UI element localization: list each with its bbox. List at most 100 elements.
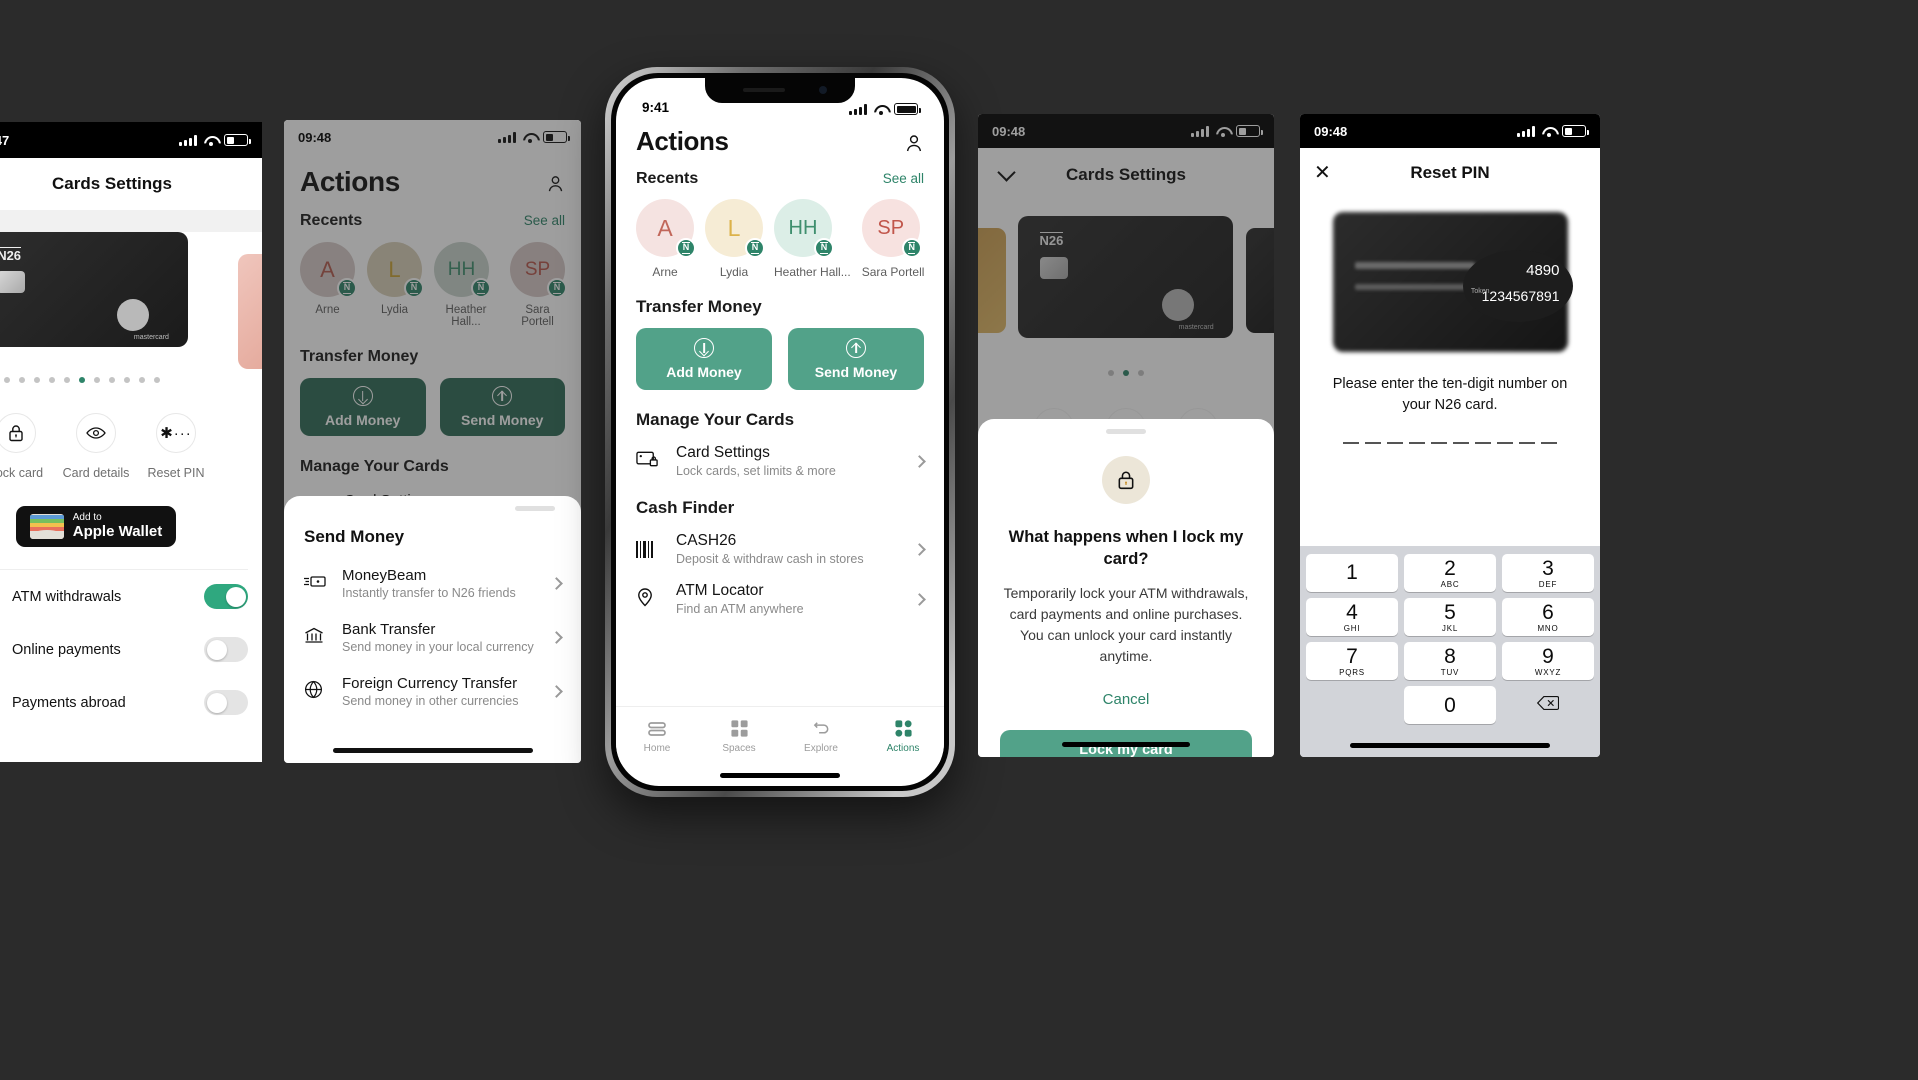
add-money-button[interactable]: Add Money [636, 328, 772, 390]
chevron-right-icon [913, 542, 926, 556]
setting-online-payments[interactable]: Online payments [0, 623, 248, 676]
sheet-item-bank-transfer[interactable]: Bank Transfer Send money in your local c… [304, 621, 563, 654]
key-4[interactable]: 4 GHI [1306, 598, 1398, 636]
key-backspace[interactable] [1502, 686, 1594, 724]
setting-toggle[interactable] [204, 637, 248, 662]
setting-payments-abroad[interactable]: Payments abroad [0, 676, 248, 729]
modal-body: Temporarily lock your ATM withdrawals, c… [1003, 584, 1249, 664]
tab-home[interactable]: Home [616, 718, 698, 754]
recent-contact[interactable]: SP N Sara Portell [861, 199, 924, 279]
action-lock-card[interactable]: Lock card [0, 413, 56, 480]
item-title: ATM Locator [676, 582, 764, 599]
token-highlight [1462, 250, 1573, 322]
setting-toggle[interactable] [204, 584, 248, 609]
wifi-icon [1541, 126, 1556, 137]
key-6[interactable]: 6 MNO [1502, 598, 1594, 636]
actions-icon [862, 718, 944, 740]
key-9[interactable]: 9 WXYZ [1502, 642, 1594, 680]
see-all-link[interactable]: See all [883, 171, 924, 186]
manage-item-card-settings[interactable]: Card Settings Lock cards, set limits & m… [636, 444, 926, 478]
phone-actions-hero: 9:41 Actions Recents See all A N Arne L … [616, 78, 944, 786]
numeric-keypad: 1 2 ABC 3 DEF 4 GHI 5 JKL 6 MNO 7 PQRS 8 TUV 9W… [1300, 546, 1600, 757]
tab-actions[interactable]: Actions [862, 718, 944, 754]
page-title: Actions [636, 126, 729, 156]
key-8[interactable]: 8 TUV [1404, 642, 1496, 680]
cash-item-atm-locator[interactable]: ATM Locator Find an ATM anywhere [636, 582, 926, 616]
lock-icon [1102, 456, 1150, 504]
card-next-peek[interactable] [238, 254, 262, 369]
wallet-large-label: Apple Wallet [72, 522, 163, 540]
setting-toggle[interactable] [204, 690, 248, 715]
person-icon[interactable] [904, 133, 924, 158]
signal-icon [1517, 125, 1535, 137]
send-money-sheet: Send Money MoneyBeam Instantly transfer … [284, 496, 581, 763]
tab-label: Explore [804, 742, 838, 754]
contact-name: Lydia [719, 265, 749, 279]
chevron-right-icon [550, 685, 563, 698]
signal-icon [849, 103, 867, 115]
tab-explore[interactable]: Explore [780, 718, 862, 754]
status-time: 9:41 [642, 100, 670, 115]
recent-contact[interactable]: A N Arne [636, 199, 696, 279]
tab-label: Actions [886, 742, 920, 754]
sheet-title: Send Money [304, 527, 405, 546]
signal-icon [179, 134, 197, 146]
arrow-up-circle-icon [846, 338, 866, 358]
eye-icon [76, 413, 116, 453]
card-name-masked [1354, 262, 1475, 269]
close-icon[interactable]: ✕ [1314, 163, 1331, 183]
add-to-apple-wallet-button[interactable]: Add to Apple Wallet [15, 506, 177, 547]
lock-icon [0, 413, 36, 453]
battery-icon [894, 103, 921, 115]
phone-reset-pin: 09:48 ✕ Reset PIN 4890 1234567891 Token … [1300, 114, 1600, 757]
card-token-label: Token [1470, 288, 1490, 295]
item-sub: Send money in other currencies [342, 694, 519, 708]
action-reset-pin[interactable]: ✱··· Reset PIN [136, 413, 216, 480]
status-time: 09:47 [0, 132, 10, 148]
phone-actions-hero-frame: 9:41 Actions Recents See all A N Arne L … [605, 67, 955, 797]
globe-icon [304, 680, 328, 704]
avatar: L N [705, 199, 765, 258]
key-blank [1306, 686, 1398, 724]
action-card-details[interactable]: Card details [56, 413, 136, 480]
wallet-icon [29, 514, 64, 539]
cash-item-cash26[interactable]: CASH26 Deposit & withdraw cash in stores [636, 532, 926, 566]
instruction-text: Please enter the ten-digit number on you… [1332, 376, 1568, 414]
action-label: Reset PIN [147, 466, 205, 480]
item-sub: Lock cards, set limits & more [676, 464, 836, 478]
cancel-button[interactable]: Cancel [1000, 691, 1252, 708]
sheet-item-foreign-currency[interactable]: Foreign Currency Transfer Send money in … [304, 675, 563, 708]
card-token-value: 1234567891 [1481, 288, 1560, 304]
recents-header: Recents [636, 170, 699, 187]
key-3[interactable]: 3 DEF [1502, 554, 1594, 592]
bank-icon [304, 627, 328, 649]
key-2[interactable]: 2 ABC [1404, 554, 1496, 592]
status-bar: 09:48 [1300, 114, 1600, 148]
key-1[interactable]: 1 [1306, 554, 1398, 592]
scene: 09:47 Cards Settings N26 mastercard [0, 0, 1918, 1080]
card-carousel-dots[interactable] [0, 377, 188, 383]
map-pin-icon [636, 587, 662, 612]
action-label: Lock card [0, 466, 44, 480]
send-money-button[interactable]: Send Money [788, 328, 924, 390]
key-5[interactable]: 5 JKL [1404, 598, 1496, 636]
tab-spaces[interactable]: Spaces [698, 718, 780, 754]
n26-badge-icon: N [676, 238, 696, 258]
lock-card-modal: What happens when I lock my card? Tempor… [978, 419, 1274, 757]
recent-contact[interactable]: HH N Heather Hall... [774, 199, 851, 279]
recent-contact[interactable]: L N Lydia [705, 199, 765, 279]
key-0[interactable]: 0 [1404, 686, 1496, 724]
key-7[interactable]: 7 PQRS [1306, 642, 1398, 680]
tab-label: Spaces [722, 742, 756, 754]
avatar: A N [636, 199, 696, 258]
backspace-icon [1536, 695, 1560, 716]
battery-icon [1562, 125, 1589, 137]
item-title: MoneyBeam [342, 567, 427, 584]
card-visual[interactable]: N26 mastercard [0, 232, 188, 347]
phone-send-money: 09:48 Actions Recents See all A N Arne L… [284, 120, 581, 763]
home-indicator [720, 773, 840, 778]
wifi-icon [873, 104, 888, 115]
setting-atm-withdrawals[interactable]: ATM withdrawals [0, 570, 248, 623]
pin-input-field[interactable] [1300, 442, 1600, 445]
sheet-item-moneybeam[interactable]: MoneyBeam Instantly transfer to N26 frie… [304, 567, 563, 600]
